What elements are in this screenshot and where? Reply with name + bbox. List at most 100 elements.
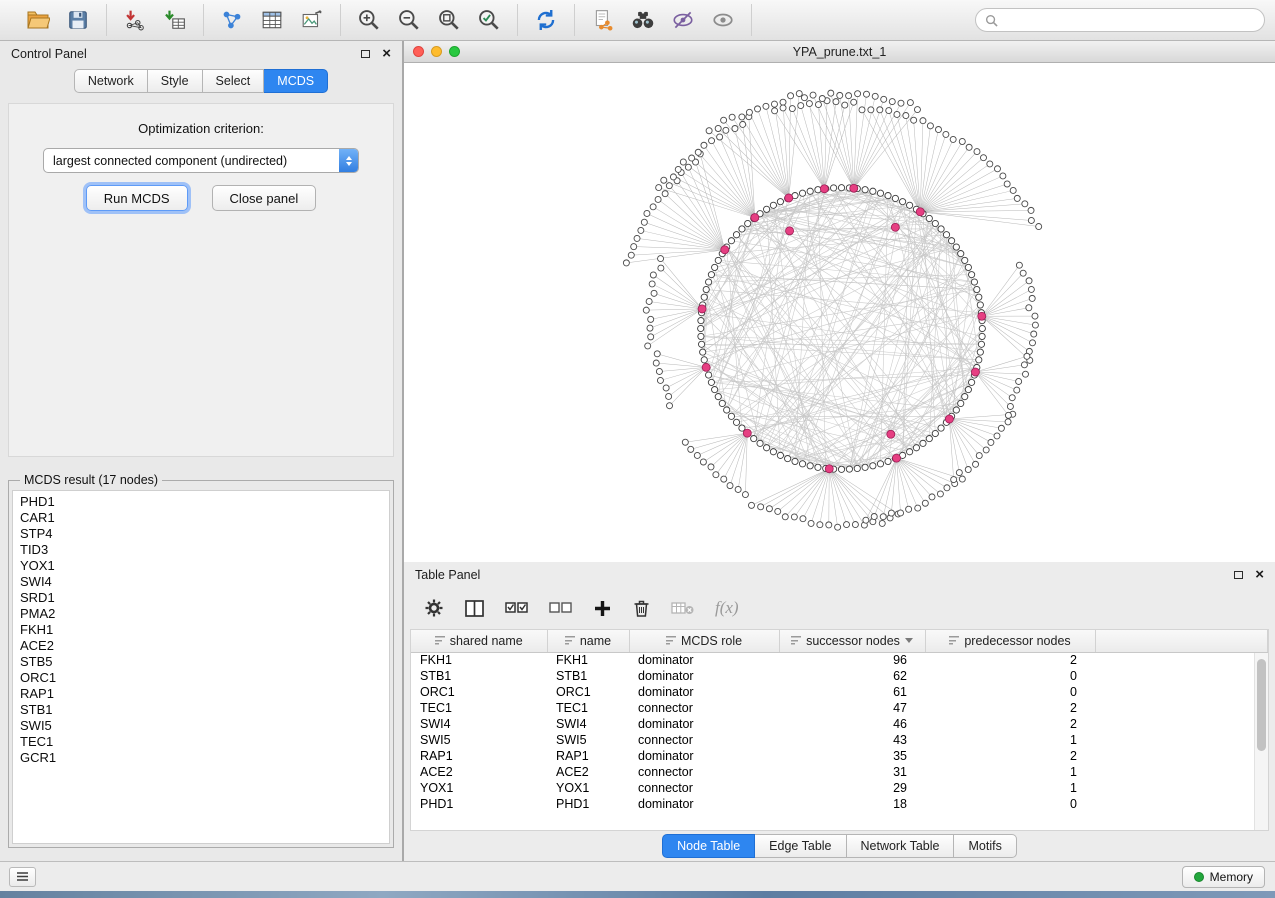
share-document-button[interactable]	[587, 5, 619, 35]
close-panel-icon[interactable]: ×	[382, 49, 391, 59]
table-cell: 1	[925, 732, 1095, 748]
show-columns-button[interactable]	[464, 599, 485, 618]
result-item[interactable]: STB5	[20, 654, 382, 670]
tab-style[interactable]: Style	[148, 69, 203, 93]
table-row[interactable]: TEC1TEC1connector472	[411, 700, 1268, 716]
zoom-selected-button[interactable]	[473, 5, 505, 35]
dropdown-selected-value: largest connected component (undirected)	[44, 154, 339, 168]
gear-icon	[424, 598, 444, 618]
show-graphics-button[interactable]	[707, 5, 739, 35]
table-row[interactable]: SWI5SWI5connector431	[411, 732, 1268, 748]
memory-button[interactable]: Memory	[1182, 866, 1265, 888]
result-item[interactable]: CAR1	[20, 510, 382, 526]
import-network-button[interactable]	[119, 5, 151, 35]
table-cell: ORC1	[411, 684, 547, 700]
result-item[interactable]: RAP1	[20, 686, 382, 702]
search-network-button[interactable]	[627, 5, 659, 35]
network-canvas-area[interactable]	[404, 63, 1275, 563]
result-item[interactable]: TID3	[20, 542, 382, 558]
result-item[interactable]: SWI4	[20, 574, 382, 590]
optimization-criterion-select[interactable]: largest connected component (undirected)	[43, 148, 359, 173]
column-header-predecessor-nodes[interactable]: predecessor nodes	[925, 630, 1095, 652]
result-item[interactable]: STB1	[20, 702, 382, 718]
new-network-button[interactable]	[216, 5, 248, 35]
control-panel-tabs: NetworkStyleSelectMCDS	[0, 69, 402, 93]
search-field[interactable]	[975, 8, 1265, 32]
table-cell-filler	[1095, 764, 1268, 780]
float-table-panel-icon[interactable]	[1234, 571, 1243, 579]
result-item[interactable]: PHD1	[20, 494, 382, 510]
mcds-result-list[interactable]: PHD1CAR1STP4TID3YOX1SWI4SRD1PMA2FKH1ACE2…	[12, 490, 390, 844]
result-item[interactable]: STP4	[20, 526, 382, 542]
zoom-fit-button[interactable]	[433, 5, 465, 35]
table-scrollbar-thumb[interactable]	[1257, 659, 1266, 751]
result-item[interactable]: SRD1	[20, 590, 382, 606]
new-table-button[interactable]	[256, 5, 288, 35]
table-settings-button[interactable]	[424, 598, 444, 618]
open-file-button[interactable]	[22, 5, 54, 35]
search-input[interactable]	[1004, 13, 1255, 27]
hamburger-icon	[16, 871, 29, 882]
column-label: name	[580, 634, 611, 648]
zoom-out-icon	[397, 8, 421, 32]
table-cell: SWI5	[411, 732, 547, 748]
result-item[interactable]: SWI5	[20, 718, 382, 734]
tab-network-table[interactable]: Network Table	[847, 834, 955, 858]
function-builder-button[interactable]: f(x)	[715, 598, 739, 618]
result-item[interactable]: FKH1	[20, 622, 382, 638]
column-header-name[interactable]: name	[547, 630, 629, 652]
hide-edges-button[interactable]	[667, 5, 699, 35]
table-row[interactable]: ORC1ORC1dominator610	[411, 684, 1268, 700]
result-item[interactable]: PMA2	[20, 606, 382, 622]
deselect-all-button[interactable]	[549, 600, 573, 616]
table-cell: 0	[925, 796, 1095, 812]
table-cell: 2	[925, 700, 1095, 716]
tab-select[interactable]: Select	[203, 69, 265, 93]
column-header-successor-nodes[interactable]: successor nodes	[779, 630, 925, 652]
table-cell-filler	[1095, 652, 1268, 668]
result-item[interactable]: YOX1	[20, 558, 382, 574]
import-table-button[interactable]	[159, 5, 191, 35]
table-row[interactable]: YOX1YOX1connector291	[411, 780, 1268, 796]
column-header-shared-name[interactable]: shared name	[411, 630, 547, 652]
table-row[interactable]: STB1STB1dominator620	[411, 668, 1268, 684]
zoom-in-button[interactable]	[353, 5, 385, 35]
select-all-button[interactable]	[505, 600, 529, 616]
table-row[interactable]: ACE2ACE2connector311	[411, 764, 1268, 780]
close-panel-button[interactable]: Close panel	[212, 185, 317, 211]
result-item[interactable]: TEC1	[20, 734, 382, 750]
clear-table-button[interactable]	[671, 600, 695, 616]
apply-layout-button[interactable]	[530, 5, 562, 35]
network-window-titlebar[interactable]: YPA_prune.txt_1	[404, 41, 1275, 63]
export-image-button[interactable]	[296, 5, 328, 35]
table-row[interactable]: SWI4SWI4dominator462	[411, 716, 1268, 732]
tab-node-table[interactable]: Node Table	[662, 834, 755, 858]
tab-mcds[interactable]: MCDS	[264, 69, 328, 93]
delete-column-button[interactable]	[632, 598, 651, 618]
result-item[interactable]: ORC1	[20, 670, 382, 686]
result-item[interactable]: ACE2	[20, 638, 382, 654]
run-mcds-button[interactable]: Run MCDS	[86, 185, 188, 211]
table-cell: dominator	[629, 796, 779, 812]
table-cell: PHD1	[411, 796, 547, 812]
close-table-panel-icon[interactable]: ×	[1255, 570, 1264, 580]
save-session-button[interactable]	[62, 5, 94, 35]
import-table-icon	[164, 9, 186, 31]
table-cell-filler	[1095, 732, 1268, 748]
tab-edge-table[interactable]: Edge Table	[755, 834, 846, 858]
table-body: FKH1FKH1dominator962STB1STB1dominator620…	[411, 652, 1268, 812]
float-panel-icon[interactable]	[361, 50, 370, 58]
table-row[interactable]: PHD1PHD1dominator180	[411, 796, 1268, 812]
status-menu-button[interactable]	[9, 867, 36, 887]
result-item[interactable]: GCR1	[20, 750, 382, 766]
tab-motifs[interactable]: Motifs	[954, 834, 1016, 858]
table-row[interactable]: FKH1FKH1dominator962	[411, 652, 1268, 668]
zoom-out-button[interactable]	[393, 5, 425, 35]
column-header-MCDS-role[interactable]: MCDS role	[629, 630, 779, 652]
add-column-button[interactable]	[593, 599, 612, 618]
table-clear-icon	[671, 600, 695, 616]
column-sort-icon	[435, 636, 445, 645]
tab-network[interactable]: Network	[74, 69, 148, 93]
table-scrollbar[interactable]	[1254, 653, 1268, 830]
table-row[interactable]: RAP1RAP1dominator352	[411, 748, 1268, 764]
